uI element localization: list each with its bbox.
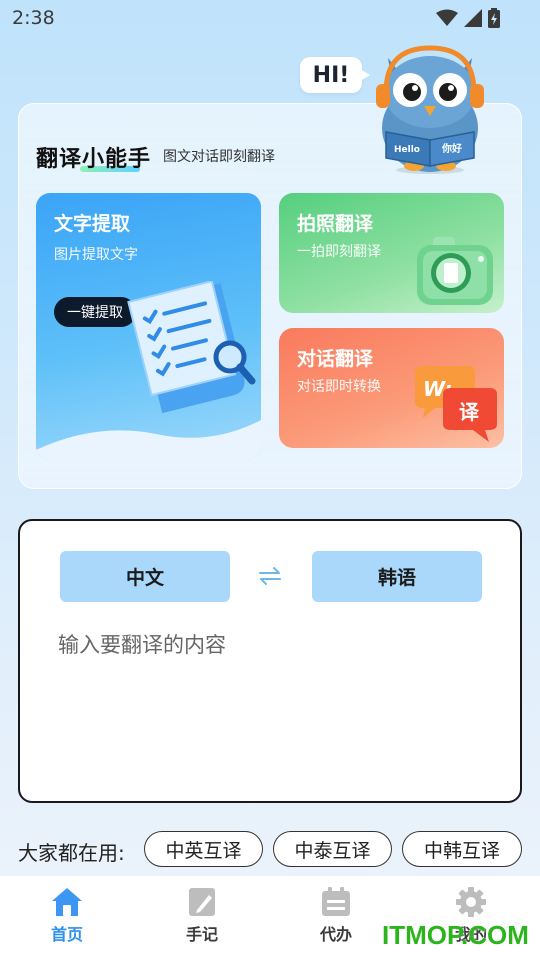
status-time: 2:38	[12, 7, 55, 29]
dialog-translate-title: 对话翻译	[297, 348, 374, 370]
target-language-button[interactable]: 韩语	[312, 551, 482, 602]
photo-translate-desc: 一拍即刻翻译	[297, 244, 381, 260]
tab-todo[interactable]: 代办	[291, 886, 381, 950]
camera-icon	[417, 237, 493, 305]
tab-todo-label: 代办	[319, 925, 352, 944]
photo-translate-title: 拍照翻译	[297, 213, 374, 235]
tab-home-label: 首页	[50, 925, 83, 944]
calendar-icon	[322, 887, 350, 916]
book-hello-text: Hello	[394, 145, 420, 155]
text-extract-desc: 图片提取文字	[54, 247, 138, 263]
chat-bubbles-icon: W: 译	[415, 366, 497, 442]
swap-languages-icon[interactable]	[258, 565, 282, 587]
text-extract-card[interactable]: 文字提取 图片提取文字 一键提取	[36, 193, 261, 460]
gear-icon	[456, 887, 486, 917]
translate-input[interactable]	[58, 625, 488, 665]
app-subtitle: 图文对话即刻翻译	[163, 149, 275, 165]
home-icon	[52, 888, 82, 916]
status-bar: 2:38	[0, 0, 540, 36]
popular-label: 大家都在用:	[18, 841, 125, 865]
chip-zh-en[interactable]: 中英互译	[144, 831, 263, 867]
tab-notes[interactable]: 手记	[157, 886, 247, 950]
chip-zh-th[interactable]: 中泰互译	[273, 831, 392, 867]
battery-icon	[488, 8, 500, 28]
notebook-icon	[189, 888, 215, 916]
translate-char-text: 译	[459, 400, 480, 424]
translator-box: 中文 韩语	[18, 519, 522, 803]
owl-mascot-icon: Hello 你好	[376, 45, 484, 174]
dialog-translate-desc: 对话即时转换	[297, 379, 381, 395]
signal-icon	[464, 9, 482, 27]
photo-translate-card[interactable]: 拍照翻译 一拍即刻翻译	[279, 193, 504, 313]
wifi-icon	[436, 9, 458, 26]
document-magnifier-icon	[127, 281, 256, 414]
tab-home[interactable]: 首页	[22, 886, 112, 950]
tab-notes-label: 手记	[185, 925, 218, 944]
status-icons	[436, 8, 500, 28]
chip-zh-ko[interactable]: 中韩互译	[402, 831, 522, 867]
app-title: 翻译小能手	[36, 147, 152, 172]
text-extract-title: 文字提取	[54, 213, 131, 235]
dialog-translate-card[interactable]: 对话翻译 对话即时转换 W: 译	[279, 328, 504, 448]
site-watermark: ITMOP.COM	[382, 920, 529, 950]
source-language-button[interactable]: 中文	[60, 551, 230, 602]
greeting-bubble: HI!	[300, 57, 370, 93]
book-nihao-text: 你好	[441, 142, 462, 155]
